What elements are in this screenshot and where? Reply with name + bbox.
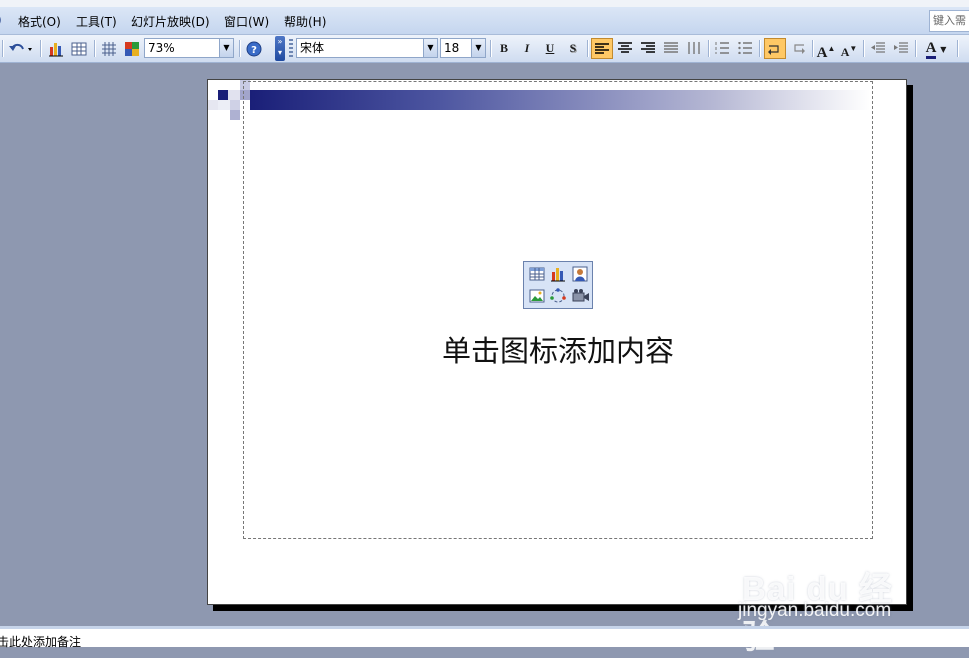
menu-help[interactable]: 帮助(H) bbox=[284, 13, 326, 30]
placeholder-prompt: 单击图标添加内容 bbox=[441, 334, 674, 368]
insert-clipart-icon[interactable] bbox=[572, 266, 588, 282]
toolbar-grip[interactable] bbox=[289, 39, 293, 59]
insert-table-button[interactable] bbox=[69, 38, 89, 59]
svg-text:?: ? bbox=[251, 45, 257, 56]
notes-placeholder: 击此处添加备注 bbox=[0, 635, 82, 649]
distribute-icon bbox=[688, 42, 700, 54]
decor-square bbox=[230, 110, 240, 120]
font-size-value: 18 bbox=[444, 41, 460, 55]
color-icon bbox=[125, 42, 139, 56]
menu-bar: ) 格式(O) 工具(T) 幻灯片放映(D) 窗口(W) 帮助(H) 键入需 bbox=[0, 7, 969, 35]
help-search-input[interactable]: 键入需 bbox=[929, 10, 969, 32]
shadow-button[interactable]: S bbox=[563, 38, 583, 59]
bullets-icon bbox=[738, 41, 752, 55]
bullets-button[interactable] bbox=[735, 38, 755, 59]
increase-indent-icon bbox=[894, 42, 908, 53]
chart-icon bbox=[49, 43, 63, 57]
insert-picture-icon[interactable] bbox=[529, 288, 545, 304]
numbering-icon bbox=[715, 42, 729, 54]
decor-square bbox=[218, 100, 230, 110]
decor-square bbox=[218, 90, 228, 100]
toolbar-separator bbox=[957, 40, 958, 57]
decrease-indent-icon bbox=[871, 42, 885, 53]
menu-window[interactable]: 窗口(W) bbox=[224, 13, 269, 30]
toolbar-separator bbox=[863, 40, 864, 57]
decrease-indent-button[interactable] bbox=[868, 38, 888, 59]
align-right-icon bbox=[641, 42, 655, 53]
rtl-icon bbox=[794, 44, 805, 54]
align-right-button[interactable] bbox=[638, 38, 658, 59]
menu-format[interactable]: 格式(O) bbox=[18, 13, 61, 30]
font-name-combo[interactable]: 宋体 ▼ bbox=[296, 38, 438, 58]
toolbar-separator bbox=[2, 40, 3, 57]
insert-diagram-icon[interactable] bbox=[550, 288, 566, 304]
align-left-icon bbox=[595, 43, 609, 54]
chevron-down-icon[interactable]: ▼ bbox=[423, 39, 437, 57]
left-to-right-button[interactable] bbox=[764, 38, 786, 59]
justify-icon bbox=[664, 42, 678, 53]
italic-button[interactable]: I bbox=[517, 38, 537, 59]
align-center-icon bbox=[618, 42, 632, 53]
decor-square bbox=[208, 100, 218, 110]
underline-button[interactable]: U bbox=[540, 38, 560, 59]
insert-media-icon[interactable] bbox=[572, 288, 589, 304]
chevron-down-icon[interactable]: ▼ bbox=[940, 45, 946, 54]
show-grid-button[interactable] bbox=[99, 38, 119, 59]
insert-chart-icon[interactable] bbox=[550, 266, 566, 282]
menu-tools[interactable]: 工具(T) bbox=[76, 13, 117, 30]
increase-font-button[interactable]: A▲ bbox=[816, 38, 836, 61]
font-size-combo[interactable]: 18 ▼ bbox=[440, 38, 486, 58]
right-to-left-button[interactable] bbox=[788, 38, 808, 59]
formatting-toolbar: 73% ▼ ? 宋体 ▼ 18 ▼ B I U S A▲ A▼ A ▼ bbox=[0, 35, 969, 63]
align-left-button[interactable] bbox=[591, 38, 613, 59]
decor-square bbox=[228, 90, 240, 100]
toolbar-separator bbox=[915, 40, 916, 57]
help-icon: ? bbox=[246, 41, 262, 57]
toolbar-separator bbox=[40, 40, 41, 57]
font-color-button[interactable]: A ▼ bbox=[920, 38, 952, 59]
distribute-button[interactable] bbox=[684, 38, 704, 59]
increase-indent-button[interactable] bbox=[891, 38, 911, 59]
zoom-combo[interactable]: 73% ▼ bbox=[144, 38, 234, 58]
zoom-value: 73% bbox=[148, 41, 175, 55]
toolbar-separator bbox=[587, 40, 588, 57]
justify-button[interactable] bbox=[661, 38, 681, 59]
toolbar-separator bbox=[94, 40, 95, 57]
slide[interactable]: 单击图标添加内容 bbox=[207, 79, 907, 605]
toolbar-separator bbox=[759, 40, 760, 57]
content-placeholder[interactable] bbox=[243, 81, 873, 539]
decrease-font-button[interactable]: A▼ bbox=[839, 38, 859, 59]
grid-icon bbox=[102, 42, 116, 56]
toolbar-separator bbox=[708, 40, 709, 57]
chevron-down-icon[interactable]: ▼ bbox=[471, 39, 485, 57]
font-color-label: A bbox=[925, 41, 937, 59]
menu-slideshow[interactable]: 幻灯片放映(D) bbox=[131, 13, 210, 30]
numbering-button[interactable] bbox=[712, 38, 732, 59]
insert-chart-button[interactable] bbox=[46, 38, 66, 59]
bold-button[interactable]: B bbox=[494, 38, 514, 59]
menu-item-cut[interactable]: ) bbox=[0, 13, 2, 27]
toolbar-separator bbox=[239, 40, 240, 57]
table-icon bbox=[71, 42, 87, 56]
insert-table-icon[interactable] bbox=[529, 266, 545, 282]
align-center-button[interactable] bbox=[615, 38, 635, 59]
increase-font-label: A bbox=[816, 45, 828, 61]
undo-icon bbox=[9, 43, 32, 51]
help-button[interactable]: ? bbox=[244, 38, 264, 59]
undo-button[interactable] bbox=[7, 38, 35, 59]
toolbar-options-chevron[interactable]: » ▾ bbox=[275, 36, 285, 61]
toolbar-separator bbox=[812, 40, 813, 57]
ltr-icon bbox=[768, 45, 779, 55]
toolbar-separator bbox=[490, 40, 491, 57]
font-name-value: 宋体 bbox=[300, 41, 325, 55]
decor-square bbox=[230, 100, 240, 110]
color-grayscale-button[interactable] bbox=[122, 38, 142, 59]
content-icon-palette bbox=[523, 261, 593, 309]
chevron-down-icon[interactable]: ▼ bbox=[219, 39, 233, 57]
